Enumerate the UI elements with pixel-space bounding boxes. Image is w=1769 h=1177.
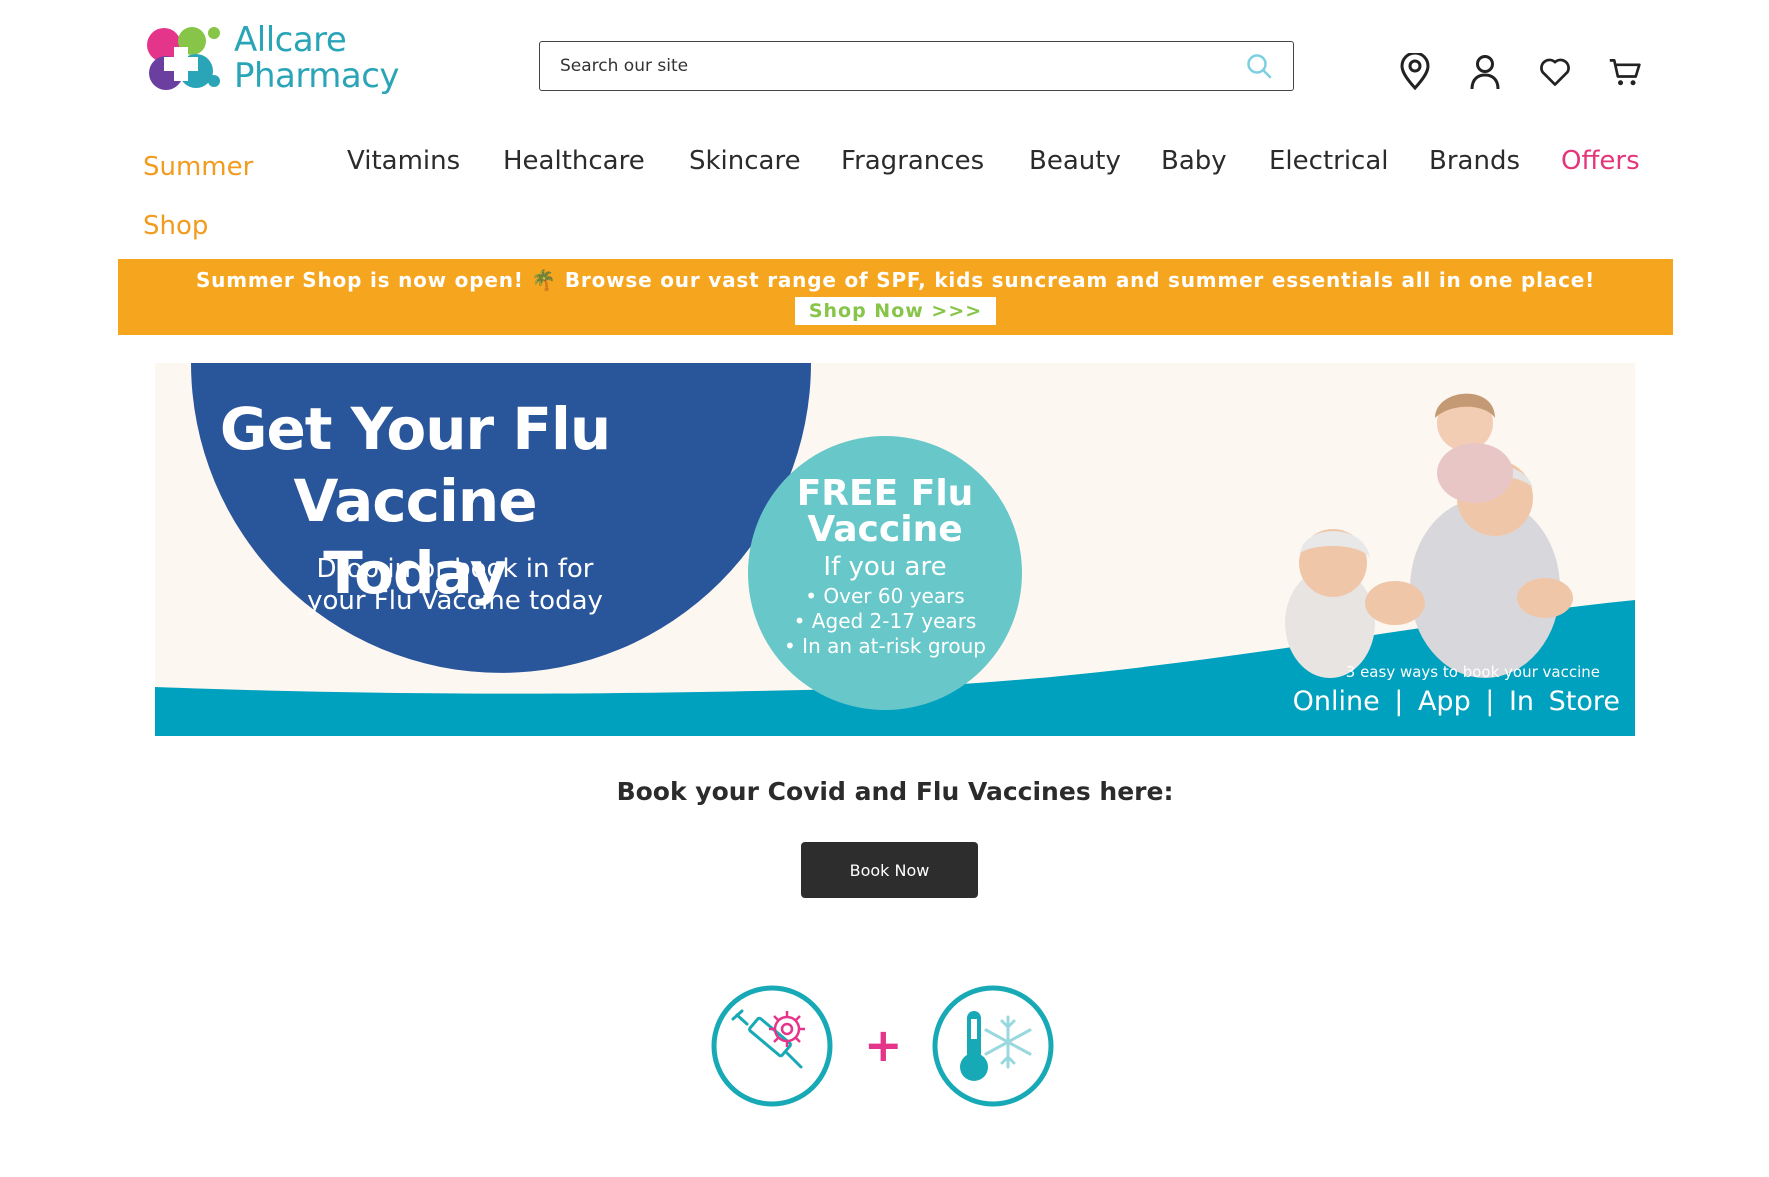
free-flu-vaccine-badge: FREE Flu Vaccine If you are • Over 60 ye…	[748, 436, 1022, 710]
booking-heading: Book your Covid and Flu Vaccines here:	[616, 777, 1174, 806]
nav-item-vitamins[interactable]: Vitamins	[347, 146, 460, 176]
flu-thermometer-icon	[932, 985, 1054, 1107]
plus-sign: +	[864, 1018, 903, 1072]
book-now-button[interactable]: Book Now	[801, 842, 978, 898]
eligibility-item: • Over 60 years	[805, 584, 965, 608]
eligibility-item: • Aged 2-17 years	[793, 609, 977, 633]
location-pin-icon[interactable]	[1398, 52, 1432, 92]
shop-now-button[interactable]: Shop Now >>>	[794, 297, 997, 325]
nav-item-brands[interactable]: Brands	[1429, 146, 1520, 176]
search-icon[interactable]	[1245, 52, 1273, 80]
nav-item-skincare[interactable]: Skincare	[689, 146, 801, 176]
promo-text: Summer Shop is now open! 🌴 Browse our va…	[195, 268, 1596, 292]
nav-item-baby[interactable]: Baby	[1161, 146, 1227, 176]
brand-line-2: Pharmacy	[234, 56, 400, 96]
nav-item-electrical[interactable]: Electrical	[1269, 146, 1389, 176]
free-flu-heading: FREE Flu Vaccine	[796, 473, 974, 550]
eligibility-item: • In an at-risk group	[784, 634, 986, 658]
nav-item-healthcare[interactable]: Healthcare	[503, 146, 645, 176]
header-icons	[1398, 52, 1642, 92]
brand-logo[interactable]: Allcare Pharmacy	[144, 20, 444, 96]
search-input[interactable]	[560, 56, 1245, 76]
nav-item-fragrances[interactable]: Fragrances	[841, 146, 984, 176]
logo-mark-icon	[144, 23, 220, 93]
account-icon[interactable]	[1468, 52, 1502, 92]
heart-icon[interactable]	[1538, 52, 1572, 92]
flu-vaccine-hero-banner[interactable]: Get Your Flu Vaccine Today Drop in or bo…	[155, 363, 1635, 736]
search-box	[539, 41, 1294, 91]
family-photo	[1285, 393, 1573, 678]
brand-line-1: Allcare	[234, 20, 347, 60]
booking-ways-caption: 3 easy ways to book your vaccine	[1345, 663, 1600, 681]
brand-name: Allcare Pharmacy	[234, 20, 400, 96]
nav-item-beauty[interactable]: Beauty	[1029, 146, 1121, 176]
if-you-are-label: If you are	[823, 552, 947, 582]
nav-item-summer-shop[interactable]: Summer Shop	[143, 138, 283, 256]
main-nav: Summer Shop Vitamins Healthcare Skincare…	[143, 146, 1640, 256]
covid-syringe-icon	[711, 985, 833, 1107]
nav-item-offers[interactable]: Offers	[1561, 146, 1640, 176]
promo-banner: Summer Shop is now open! 🌴 Browse our va…	[118, 259, 1673, 335]
booking-ways-options: Online | App | In Store	[1292, 686, 1620, 717]
eligibility-list: • Over 60 years • Aged 2-17 years • In a…	[748, 584, 1022, 659]
hero-subtitle: Drop in or book in for your Flu Vaccine …	[307, 554, 603, 616]
cart-icon[interactable]	[1608, 52, 1642, 92]
